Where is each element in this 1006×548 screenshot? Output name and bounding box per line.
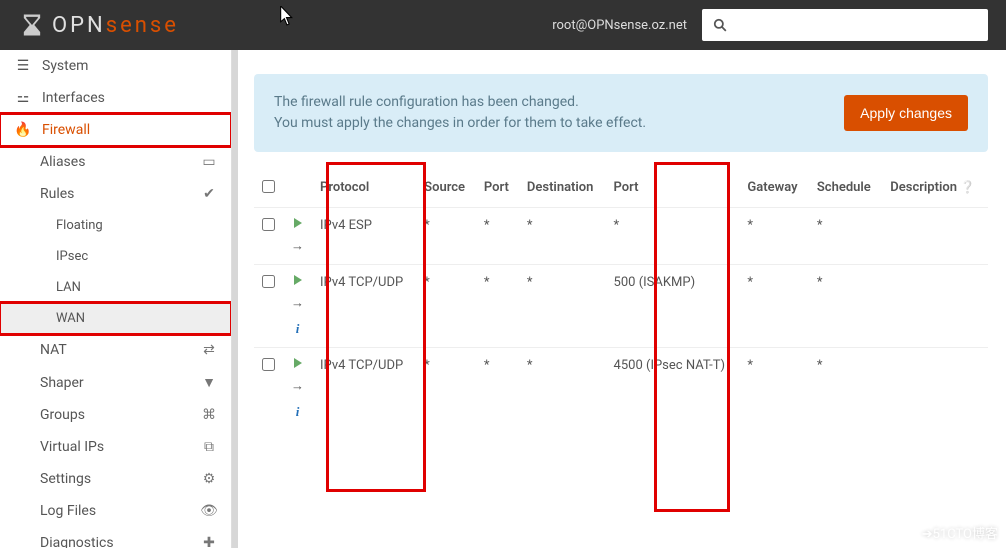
direction-icon: → — [291, 378, 304, 394]
table-header-row: Protocol Source Port Destination Port Ga… — [254, 170, 988, 208]
pass-icon — [294, 358, 302, 368]
cell-source: * — [416, 208, 476, 265]
alert-line2: You must apply the changes in order for … — [274, 113, 844, 134]
table-row[interactable]: → i IPv4 TCP/UDP * * * 500 (ISAKMP) * * — [254, 265, 988, 348]
select-all-checkbox[interactable] — [262, 180, 275, 193]
sidebar-item-shaper[interactable]: Shaper▼ — [0, 366, 231, 399]
cell-destination: * — [519, 208, 606, 265]
alert-line1: The firewall rule configuration has been… — [274, 92, 844, 113]
sidebar-item-virtualips[interactable]: Virtual IPs⧉ — [0, 431, 231, 463]
filter-icon: ▼ — [201, 374, 217, 391]
sidebar-item-diagnostics[interactable]: Diagnostics✚ — [0, 527, 231, 548]
table-row[interactable]: → IPv4 ESP * * * * * * — [254, 208, 988, 265]
sidebar-item-ipsec[interactable]: IPsec — [0, 241, 231, 272]
sidebar-item-wan[interactable]: WAN — [0, 303, 231, 334]
sidebar-item-interfaces[interactable]: ⚍Interfaces — [0, 82, 231, 114]
cell-schedule: * — [809, 208, 882, 265]
cell-gateway: * — [739, 208, 808, 265]
col-gateway[interactable]: Gateway — [739, 170, 808, 208]
sidebar-item-floating[interactable]: Floating — [0, 210, 231, 241]
cell-schedule: * — [809, 348, 882, 431]
cell-description — [882, 348, 988, 431]
row-checkbox[interactable] — [262, 275, 275, 288]
window-icon: ▭ — [201, 154, 217, 170]
cell-schedule: * — [809, 265, 882, 348]
eye-icon: 👁 — [201, 503, 217, 519]
cell-destination: * — [519, 265, 606, 348]
content-area: The firewall rule configuration has been… — [232, 50, 1006, 548]
cell-protocol: IPv4 TCP/UDP — [312, 265, 416, 348]
sidebar-item-firewall[interactable]: 🔥Firewall — [0, 114, 231, 146]
search-icon — [713, 18, 727, 32]
gears-icon: ⚙ — [201, 471, 217, 487]
col-port2[interactable]: Port — [606, 170, 740, 208]
cell-gateway: * — [739, 348, 808, 431]
row-checkbox[interactable] — [262, 218, 275, 231]
logo-text: OPNsense — [52, 13, 179, 38]
cell-description — [882, 265, 988, 348]
col-source[interactable]: Source — [416, 170, 476, 208]
medkit-icon: ✚ — [201, 535, 217, 548]
pass-icon — [294, 275, 302, 285]
col-description[interactable]: Description❔ — [882, 170, 988, 208]
sidebar-item-rules[interactable]: Rules✔ — [0, 178, 231, 210]
sidebar-item-nat[interactable]: NAT⇄ — [0, 334, 231, 366]
sidebar-item-system[interactable]: ☰System — [0, 50, 231, 82]
apply-changes-button[interactable]: Apply changes — [844, 95, 968, 131]
cell-protocol: IPv4 TCP/UDP — [312, 348, 416, 431]
cell-port: * — [476, 265, 519, 348]
cell-port: * — [476, 208, 519, 265]
search-input[interactable] — [738, 9, 988, 41]
col-destination[interactable]: Destination — [519, 170, 606, 208]
sidebar-item-lan[interactable]: LAN — [0, 272, 231, 303]
sidebar-item-settings[interactable]: Settings⚙ — [0, 463, 231, 495]
topbar: OPNsense root@OPNsense.oz.net — [0, 0, 1006, 50]
direction-icon: → — [291, 295, 304, 311]
change-alert: The firewall rule configuration has been… — [254, 74, 988, 152]
col-schedule[interactable]: Schedule — [809, 170, 882, 208]
cell-port: * — [476, 348, 519, 431]
swap-icon: ⇄ — [201, 342, 217, 358]
search-button[interactable] — [702, 9, 738, 41]
col-protocol[interactable]: Protocol — [312, 170, 416, 208]
col-port[interactable]: Port — [476, 170, 519, 208]
cell-description — [882, 208, 988, 265]
row-checkbox[interactable] — [262, 358, 275, 371]
direction-icon: → — [291, 238, 304, 254]
info-icon[interactable]: i — [296, 404, 300, 420]
table-row[interactable]: → i IPv4 TCP/UDP * * * 4500 (IPsec NAT-T)… — [254, 348, 988, 431]
list-icon: ☰ — [14, 58, 32, 74]
cell-source: * — [416, 265, 476, 348]
group-icon: ⌘ — [201, 407, 217, 423]
cell-port2: 4500 (IPsec NAT-T) — [606, 348, 740, 431]
interfaces-icon: ⚍ — [14, 90, 32, 106]
cell-destination: * — [519, 348, 606, 431]
cell-protocol: IPv4 ESP — [312, 208, 416, 265]
cell-gateway: * — [739, 265, 808, 348]
logo-icon — [18, 11, 46, 39]
info-icon[interactable]: i — [296, 321, 300, 337]
copy-icon: ⧉ — [201, 439, 217, 455]
sidebar-item-aliases[interactable]: Aliases▭ — [0, 146, 231, 178]
mouse-cursor — [280, 6, 294, 26]
pass-icon — [294, 218, 302, 228]
sidebar-item-logfiles[interactable]: Log Files👁 — [0, 495, 231, 527]
user-label[interactable]: root@OPNsense.oz.net — [552, 18, 687, 33]
rules-table: Protocol Source Port Destination Port Ga… — [254, 170, 988, 430]
watermark: ➔51CTO博客 — [922, 523, 998, 542]
help-icon[interactable]: ❔ — [960, 180, 975, 194]
check-icon: ✔ — [201, 186, 217, 202]
cell-port2: * — [606, 208, 740, 265]
cell-port2: 500 (ISAKMP) — [606, 265, 740, 348]
firewall-icon: 🔥 — [14, 122, 32, 138]
sidebar: ☰System ⚍Interfaces 🔥Firewall Aliases▭ R… — [0, 50, 232, 548]
cell-source: * — [416, 348, 476, 431]
sidebar-item-groups[interactable]: Groups⌘ — [0, 399, 231, 431]
